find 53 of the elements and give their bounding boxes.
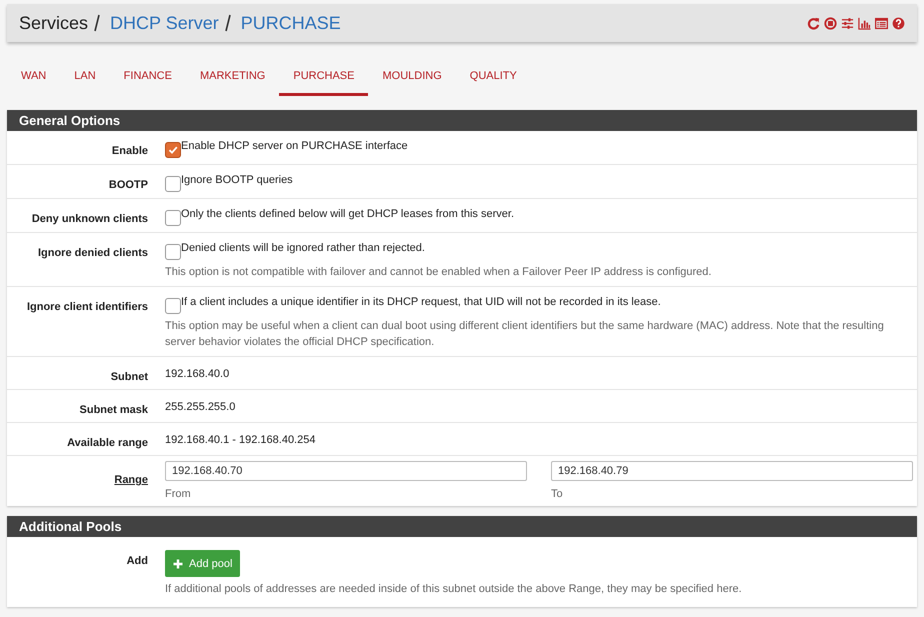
slash-icon (224, 14, 232, 32)
checkbox-label: If a client includes a unique identifier in its DHCP request, that UID will not be recorded in its lease. (181, 295, 661, 308)
checkbox[interactable] (165, 244, 181, 260)
check-icon (167, 144, 179, 156)
field-label: Subnet (110, 371, 148, 383)
help-text: This option may be useful when a client can dual boot using different client identifiers but the same hardware (MAC) address. Note that the resulting server behavior violates the official DHCP specification. (165, 319, 885, 350)
input-field[interactable]: 192.168.40.79 (551, 461, 913, 481)
interface-tab[interactable]: QUALITY (456, 56, 531, 96)
field-value: 192.168.40.0 (165, 368, 230, 380)
list-icon[interactable] (875, 16, 888, 30)
sliders-icon[interactable] (841, 16, 854, 30)
checkbox-label: Ignore BOOTP queries (181, 173, 293, 186)
field-caption: From (165, 488, 192, 500)
help-text: This option is not compatible with failover and cannot be enabled when a Failover Peer IP address is configured. (165, 265, 712, 280)
input-field[interactable]: 192.168.40.70 (165, 461, 527, 481)
checkbox[interactable] (165, 176, 181, 192)
add-pool-button[interactable]: Add pool (165, 550, 240, 577)
field-label: Subnet mask (80, 404, 148, 416)
help-text: If additional pools of addresses are needed inside of this subnet outside the above Range, they may be specified here. (165, 582, 743, 597)
field-value: 192.168.40.1 - 192.168.40.254 (165, 434, 316, 446)
checkbox-label: Only the clients defined below will get DHCP leases from this server. (181, 207, 514, 220)
stop-icon[interactable] (824, 16, 837, 30)
checkbox[interactable] (165, 210, 181, 226)
checkbox[interactable] (165, 142, 181, 158)
field-label: Ignore denied clients (38, 247, 148, 259)
breadcrumb-link[interactable]: DHCP Server (110, 12, 219, 34)
breadcrumb-link[interactable]: PURCHASE (240, 12, 341, 34)
interface-tab[interactable]: MOULDING (368, 56, 456, 96)
checkbox-label: Denied clients will be ignored rather than rejected. (181, 241, 425, 254)
interface-tab[interactable]: MARKETING (186, 56, 280, 96)
plus-icon (173, 558, 183, 568)
bar-chart-icon[interactable] (858, 16, 871, 30)
field-caption: To (551, 488, 564, 500)
interface-tab[interactable]: WAN (7, 56, 60, 96)
checkbox[interactable] (165, 298, 181, 314)
interface-tab[interactable]: FINANCE (110, 56, 186, 96)
section-title: General Options (19, 113, 120, 128)
interface-tab[interactable]: LAN (60, 56, 110, 96)
section-title: Additional Pools (19, 519, 122, 534)
field-label-link[interactable]: Range (114, 474, 148, 486)
help-icon[interactable] (892, 16, 905, 30)
breadcrumb-text: Services (19, 12, 88, 34)
reload-icon[interactable] (807, 16, 820, 30)
field-value: 255.255.255.0 (165, 401, 236, 413)
field-label: Deny unknown clients (32, 213, 148, 225)
interface-tab[interactable]: PURCHASE (279, 56, 368, 96)
checkbox-label: Enable DHCP server on PURCHASE interface (181, 139, 408, 152)
field-label: Enable (112, 145, 148, 157)
field-label: Ignore client identifiers (26, 301, 148, 313)
field-label: Add (126, 555, 148, 567)
field-label: Available range (67, 437, 148, 449)
slash-icon (93, 14, 102, 32)
field-label: BOOTP (108, 179, 148, 191)
